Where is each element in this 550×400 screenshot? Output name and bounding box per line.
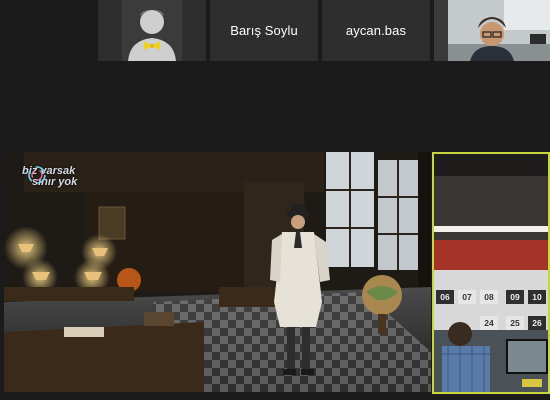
logo-swirl-icon — [28, 166, 46, 184]
calendar-cell: 07 — [458, 290, 476, 304]
participant-name: Barış Soylu — [230, 23, 298, 38]
participant-name: aycan.bas — [345, 23, 407, 38]
calendar-cell: 08 — [480, 290, 498, 304]
calendar-cell: 25 — [506, 316, 524, 330]
participant-tile-baris[interactable]: Barış Soylu — [210, 0, 318, 61]
library-scene-video — [4, 152, 431, 392]
calendar-cell: 06 — [436, 290, 454, 304]
calendar-cell: 26 — [528, 316, 546, 330]
main-video-stage[interactable]: biz varsak sınır yok — [4, 152, 431, 392]
calendar-cell: 09 — [506, 290, 524, 304]
calendar-cell: 24 — [480, 316, 498, 330]
participant-tile-aycan[interactable]: aycan.bas — [322, 0, 430, 61]
person-silhouette-icon — [122, 0, 182, 61]
default-avatar — [122, 0, 182, 61]
active-speaker-tile[interactable]: 06 07 08 09 10 24 25 26 — [432, 152, 550, 394]
participant-tile-webcam[interactable] — [434, 0, 550, 61]
webcam-scene — [434, 0, 550, 61]
calendar-cell: 10 — [528, 290, 546, 304]
office-video-feed — [434, 154, 548, 392]
webcam-video — [434, 0, 550, 61]
participant-tile-avatar[interactable] — [98, 0, 206, 61]
